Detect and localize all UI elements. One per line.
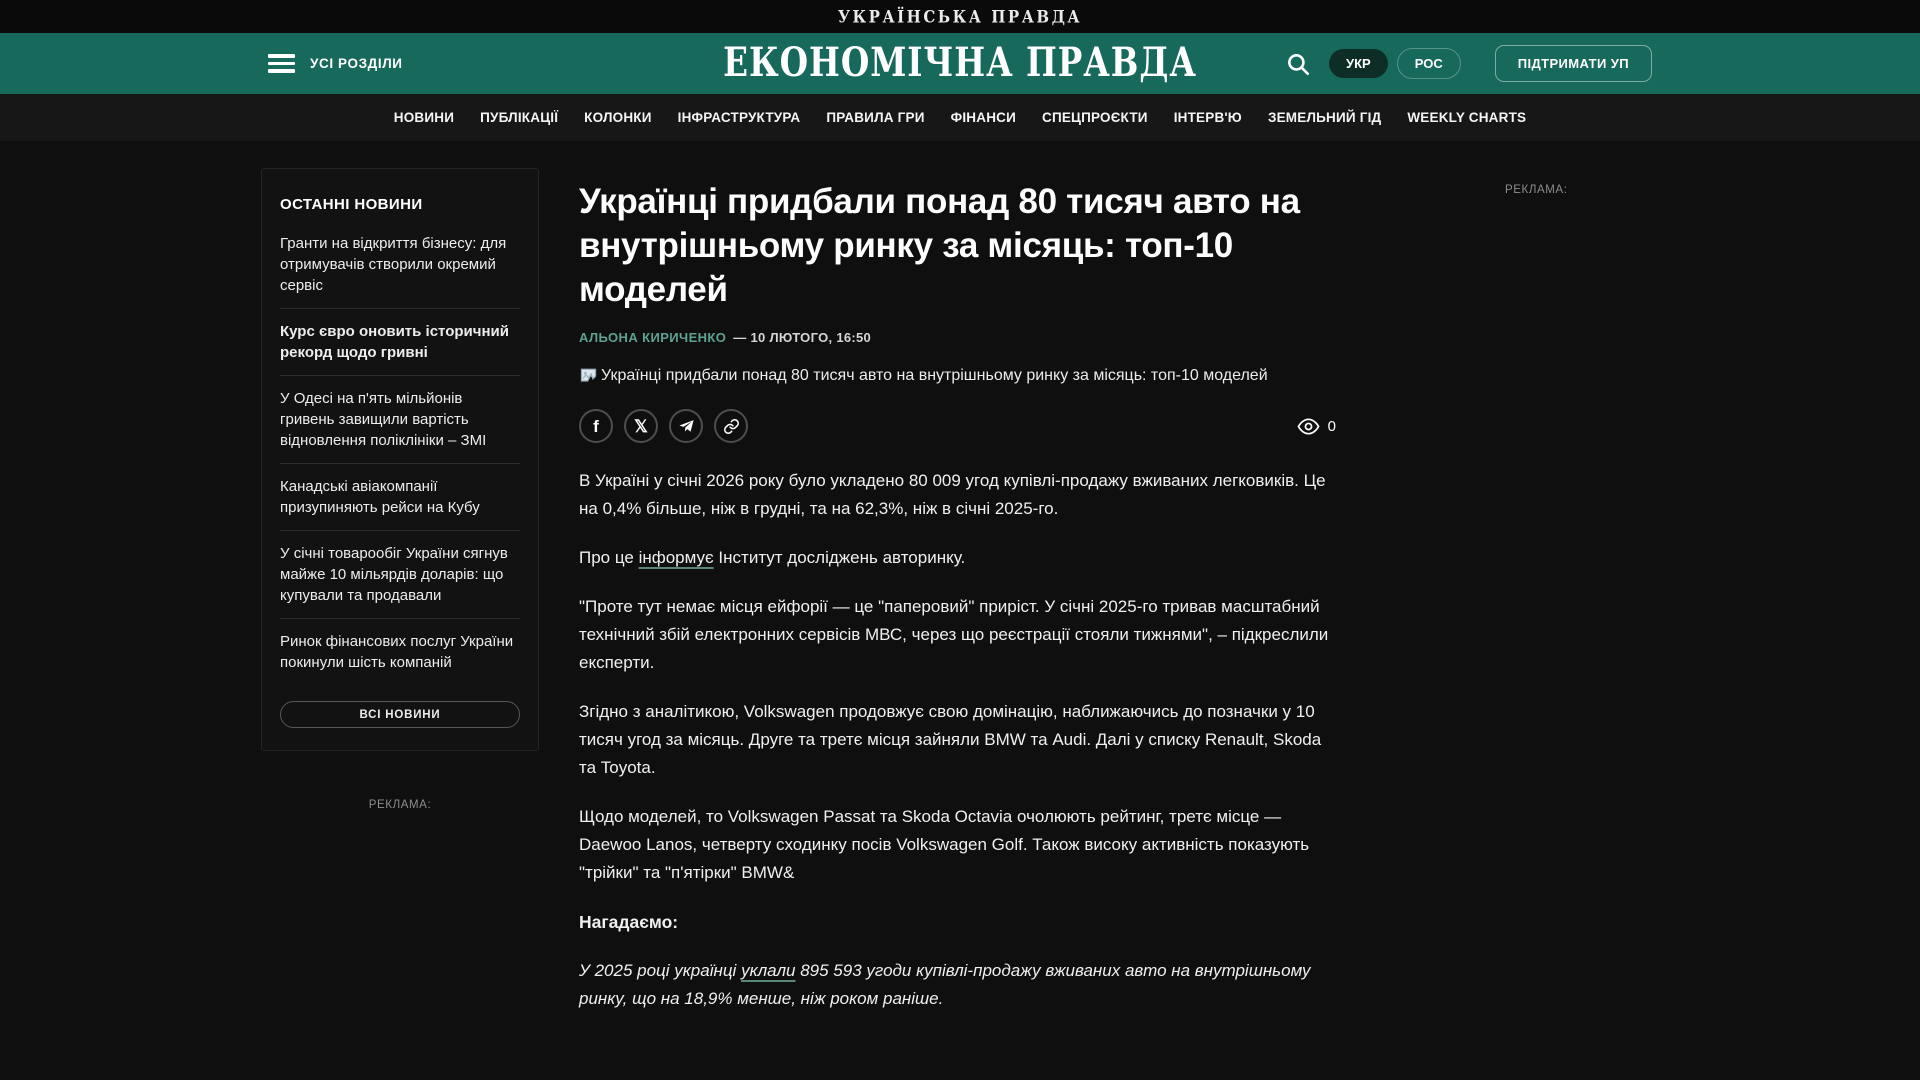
latest-news-item[interactable]: Ринок фінансових послуг України покинули… — [280, 618, 520, 685]
share-x-button[interactable]: 𝕏 — [624, 409, 658, 443]
share-telegram-button[interactable] — [669, 409, 703, 443]
nav-item[interactable]: ІНТЕРВ'Ю — [1174, 110, 1242, 125]
nav-item[interactable]: ІНФРАСТРУКТУРА — [678, 110, 801, 125]
article-paragraph: У 2025 році українці уклали 895 593 угод… — [579, 957, 1336, 1013]
all-sections-menu[interactable]: УСІ РОЗДІЛИ — [268, 54, 403, 73]
paragraph-text: Інститут досліджень авторинку. — [713, 548, 966, 567]
ukrainska-pravda-logo[interactable]: УКРАЇНСЬКА ПРАВДА — [838, 6, 1082, 26]
latest-news-list: Гранти на відкриття бізнесу: для отримув… — [280, 221, 520, 685]
article-paragraph: Згідно з аналітикою, Volkswagen продовжу… — [579, 698, 1336, 782]
x-twitter-icon: 𝕏 — [634, 416, 648, 436]
nav-item[interactable]: СПЕЦПРОЄКТИ — [1042, 110, 1148, 125]
paragraph-text: У 2025 році українці — [579, 961, 742, 980]
telegram-icon — [678, 419, 694, 432]
up-topbar: УКРАЇНСЬКА ПРАВДА — [0, 0, 1920, 33]
sidebar: ОСТАННІ НОВИНИ Гранти на відкриття бізне… — [261, 168, 539, 811]
nav-item[interactable]: ПРАВИЛА ГРИ — [826, 110, 924, 125]
site-header: УСІ РОЗДІЛИ ЕКОНОМІЧНА ПРАВДА УКР РОС ПІ… — [0, 33, 1920, 94]
nav-item[interactable]: ЗЕМЕЛЬНИЙ ГІД — [1268, 110, 1381, 125]
facebook-icon: f — [593, 416, 599, 436]
share-row: f 𝕏 0 — [579, 409, 1336, 443]
language-toggle: УКР РОС — [1329, 48, 1461, 79]
nav-item[interactable]: WEEKLY CHARTS — [1407, 110, 1526, 125]
right-ad-label: РЕКЛАМА: — [1505, 184, 1568, 196]
paragraph-text: Нагадаємо: — [579, 912, 679, 932]
article-paragraph: Нагадаємо: — [579, 908, 1336, 936]
paragraph-text: В Україні у січні 2026 року було укладен… — [579, 471, 1326, 518]
broken-image-row: Українці придбали понад 80 тисяч авто на… — [579, 366, 1336, 385]
article-body: В Україні у січні 2026 року було укладен… — [579, 467, 1336, 1013]
latest-news-item[interactable]: У січні товарообіг України сягнув майже … — [280, 530, 520, 618]
all-news-button[interactable]: ВСІ НОВИНИ — [280, 701, 520, 728]
search-icon — [1288, 53, 1310, 75]
nav-item[interactable]: НОВИНИ — [394, 110, 454, 125]
latest-news-item[interactable]: Гранти на відкриття бізнесу: для отримув… — [280, 221, 520, 308]
paragraph-text: "Проте тут немає місця ейфорії — це "пап… — [579, 597, 1329, 672]
all-sections-label: УСІ РОЗДІЛИ — [310, 56, 403, 71]
paragraph-text: Щодо моделей, то Volkswagen Passat та Sk… — [579, 807, 1310, 882]
paragraph-text: Згідно з аналітикою, Volkswagen продовжу… — [579, 702, 1322, 777]
byline: АЛЬОНА КИРИЧЕНКО — 10 ЛЮТОГО, 16:50 — [579, 330, 1336, 345]
latest-news-item[interactable]: Канадські авіакомпанії призупиняють рейс… — [280, 463, 520, 530]
hamburger-icon — [268, 54, 295, 73]
article: Українці придбали понад 80 тисяч авто на… — [579, 168, 1336, 1034]
content-layout: ОСТАННІ НОВИНИ Гранти на відкриття бізне… — [0, 141, 1920, 1034]
latest-news-item[interactable]: У Одесі на п'ять мільйонів гривень завищ… — [280, 375, 520, 463]
lang-option-ros[interactable]: РОС — [1396, 48, 1461, 79]
latest-news-item[interactable]: Курс євро оновить історичний рекорд щодо… — [280, 308, 520, 375]
nav-item[interactable]: КОЛОНКИ — [584, 110, 651, 125]
article-paragraph: В Україні у січні 2026 року було укладен… — [579, 467, 1336, 523]
view-counter: 0 — [1297, 415, 1336, 438]
article-paragraph: Про це інформує Інститут досліджень авто… — [579, 544, 1336, 572]
paragraph-text: Про це — [579, 548, 639, 567]
lang-option-ukr[interactable]: УКР — [1329, 49, 1388, 78]
view-count: 0 — [1327, 417, 1336, 435]
nav-item[interactable]: ПУБЛІКАЦІЇ — [480, 110, 558, 125]
article-paragraph: Щодо моделей, то Volkswagen Passat та Sk… — [579, 803, 1336, 887]
article-paragraph: "Проте тут немає місця ейфорії — це "пап… — [579, 593, 1336, 677]
nav-item[interactable]: ФІНАНСИ — [951, 110, 1016, 125]
latest-news-title: ОСТАННІ НОВИНИ — [280, 196, 423, 213]
latest-news-panel: ОСТАННІ НОВИНИ Гранти на відкриття бізне… — [261, 168, 539, 751]
share-copy-link-button[interactable] — [714, 409, 748, 443]
broken-image-icon — [580, 368, 597, 382]
right-rail: РЕКЛАМА: — [1336, 168, 1920, 196]
copy-link-icon — [723, 418, 739, 434]
search-button[interactable] — [1285, 51, 1311, 77]
support-up-button[interactable]: ПІДТРИМАТИ УП — [1494, 45, 1652, 82]
sidebar-ad-label: РЕКЛАМА: — [368, 799, 432, 811]
publish-date: — 10 ЛЮТОГО, 16:50 — [733, 330, 872, 345]
main-nav: НОВИНИ ПУБЛІКАЦІЇ КОЛОНКИ ІНФРАСТРУКТУРА ПРА… — [0, 94, 1920, 141]
inline-link[interactable]: інформує — [639, 548, 714, 567]
author-link[interactable]: АЛЬОНА КИРИЧЕНКО — [579, 330, 726, 345]
article-title: Українці придбали понад 80 тисяч авто на… — [579, 182, 1300, 309]
ekonomichna-pravda-logo[interactable]: ЕКОНОМІЧНА ПРАВДА — [723, 39, 1197, 86]
header-right-group: УКР РОС ПІДТРИМАТИ УП — [1285, 45, 1652, 82]
image-alt-text: Українці придбали понад 80 тисяч авто на… — [601, 366, 1268, 384]
share-facebook-button[interactable]: f — [579, 409, 613, 443]
inline-link[interactable]: уклали — [741, 961, 795, 980]
eye-icon — [1297, 417, 1320, 435]
